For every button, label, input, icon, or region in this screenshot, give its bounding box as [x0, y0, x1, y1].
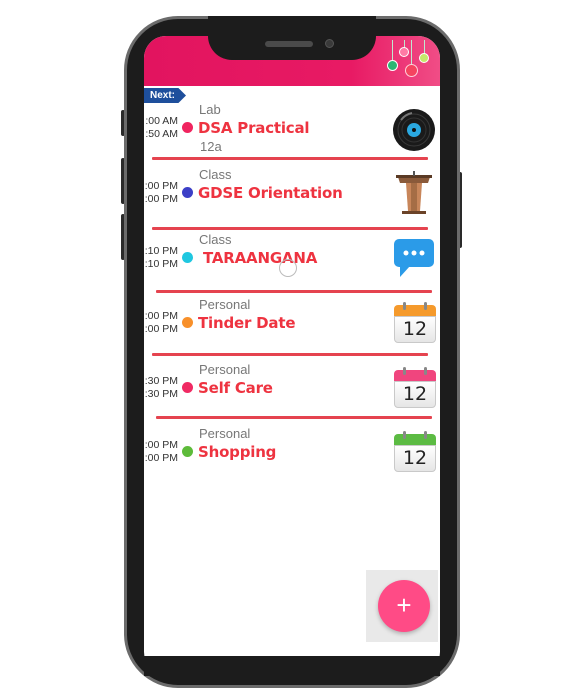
phone-notch — [208, 16, 376, 60]
event-color-dot — [182, 187, 193, 198]
event-color-dot — [182, 252, 193, 263]
front-camera — [325, 39, 334, 48]
add-event-button[interactable]: + — [378, 580, 430, 632]
event-end-time: :30 PM — [144, 387, 178, 400]
event-color-dot — [182, 122, 193, 133]
calendar-day: 12 — [394, 445, 436, 472]
event-start-time: :00 PM — [144, 310, 178, 322]
event-title: Tinder Date — [198, 314, 296, 332]
event-row[interactable]: :00 PM :00 PM Personal Shopping 12 — [144, 422, 440, 484]
event-title: TARAANGANA — [198, 249, 318, 267]
event-times: :00 PM :00 PM — [144, 439, 178, 464]
divider — [156, 416, 432, 419]
event-room: 12a — [200, 139, 222, 154]
divider — [152, 353, 428, 356]
event-category: Class — [199, 232, 232, 247]
event-title: GDSE Orientation — [198, 184, 343, 202]
podium-icon — [396, 171, 432, 214]
event-end-time: :00 PM — [144, 192, 178, 205]
calendar-day: 12 — [394, 316, 436, 343]
event-start-time: :00 PM — [144, 180, 178, 192]
event-end-time: :50 AM — [145, 127, 178, 140]
calendar-pink-icon: 12 — [394, 366, 436, 408]
ornaments-decoration — [384, 40, 434, 84]
event-title: Self Care — [198, 379, 273, 397]
event-times: :00 PM :00 PM — [144, 310, 178, 335]
event-category: Class — [199, 167, 232, 182]
event-end-time: :00 PM — [144, 451, 178, 464]
event-start-time: :00 PM — [144, 439, 178, 451]
calendar-green-icon: 12 — [394, 430, 436, 472]
event-end-time: :00 PM — [144, 322, 178, 335]
event-times: :00 PM :00 PM — [144, 180, 178, 205]
event-category: Lab — [199, 102, 221, 117]
event-color-dot — [182, 382, 193, 393]
event-times: :30 PM :30 PM — [144, 375, 178, 400]
event-color-dot — [182, 317, 193, 328]
touch-indicator-icon — [279, 259, 297, 277]
event-title: Shopping — [198, 443, 277, 461]
canvas: Next: :00 AM :50 AM Lab DSA Practical 12… — [0, 0, 580, 691]
event-category: Personal — [199, 297, 251, 312]
event-category: Personal — [199, 426, 251, 441]
vinyl-record-icon — [393, 109, 435, 151]
event-end-time: :10 PM — [144, 257, 178, 270]
calendar-orange-icon: 12 — [394, 301, 436, 343]
event-row[interactable]: :00 AM :50 AM Lab DSA Practical 12a — [144, 98, 440, 160]
event-row[interactable]: :00 PM :00 PM Personal Tinder Date 12 — [144, 293, 440, 355]
event-row[interactable]: :30 PM :30 PM Personal Self Care 12 — [144, 358, 440, 420]
event-start-time: :30 PM — [144, 375, 178, 387]
event-color-dot — [182, 446, 193, 457]
event-start-time: :00 AM — [145, 115, 178, 127]
event-times: :00 AM :50 AM — [144, 115, 178, 140]
event-category: Personal — [199, 362, 251, 377]
divider — [152, 157, 428, 160]
event-title: DSA Practical — [198, 119, 310, 137]
event-start-time: :10 PM — [144, 245, 178, 257]
event-row[interactable]: :00 PM :00 PM Class GDSE Orientation — [144, 163, 440, 225]
calendar-day: 12 — [394, 381, 436, 408]
speaker-grille — [265, 41, 313, 47]
event-times: :10 PM :10 PM — [144, 245, 178, 270]
phone-bottom-bezel — [144, 656, 440, 676]
chat-bubble-icon — [394, 239, 434, 277]
